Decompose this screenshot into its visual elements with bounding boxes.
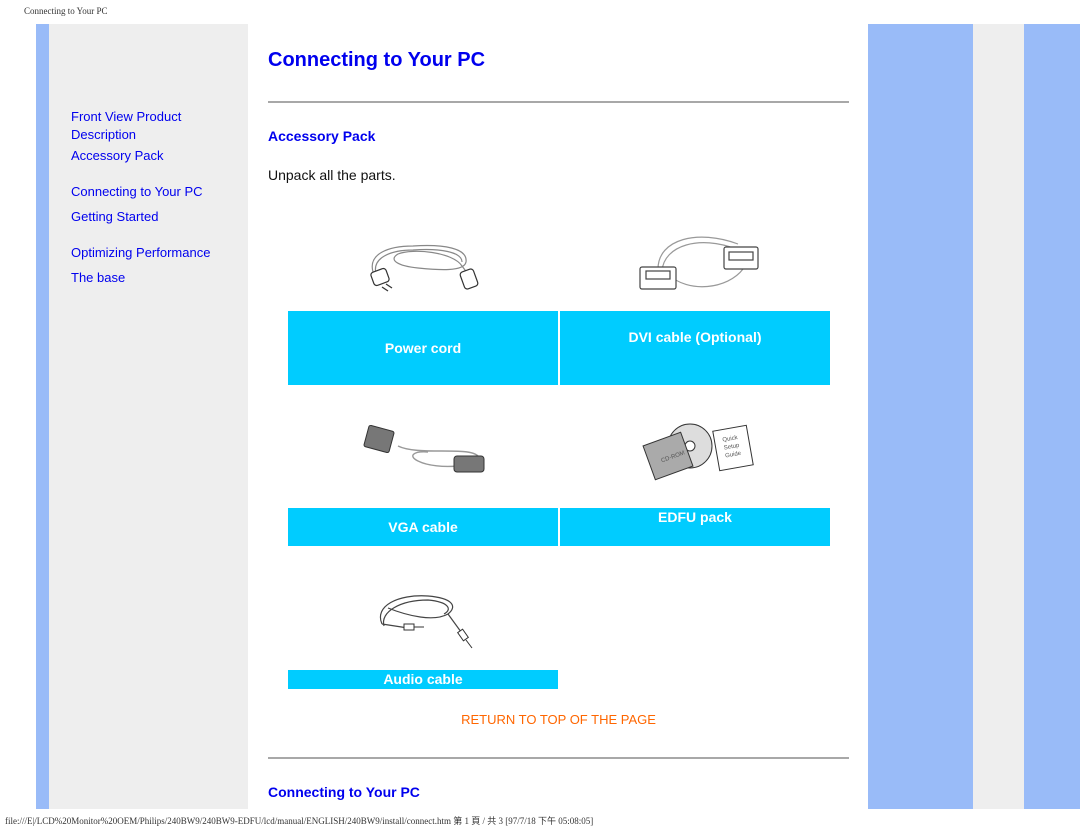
label-audio-cable: Audio cable xyxy=(288,670,558,689)
sidebar-item-getting-started[interactable]: Getting Started xyxy=(71,208,241,226)
left-accent-stripe xyxy=(36,24,49,809)
label-dvi-cable: DVI cable (Optional) xyxy=(560,311,830,385)
right-accent-column-edge xyxy=(1024,24,1080,809)
right-accent-column xyxy=(868,24,973,809)
label-vga-cable: VGA cable xyxy=(288,508,558,546)
accessory-pack-heading: Accessory Pack xyxy=(268,128,376,144)
label-power-cord: Power cord xyxy=(288,311,558,385)
intro-text: Unpack all the parts. xyxy=(268,167,396,183)
label-edfu-pack: EDFU pack xyxy=(560,508,830,546)
connecting-section-heading: Connecting to Your PC xyxy=(268,784,420,800)
dvi-cable-icon xyxy=(639,236,759,290)
sidebar-item-accessory-pack[interactable]: Accessory Pack xyxy=(71,147,241,165)
sidebar-item-front-view[interactable]: Front View Product Description xyxy=(71,108,241,144)
sidebar-list: Front View Product Description Accessory… xyxy=(71,108,241,287)
divider-bottom xyxy=(268,757,849,759)
main-content: Connecting to Your PC Accessory Pack Unp… xyxy=(268,24,850,809)
audio-cable-icon xyxy=(379,595,473,649)
return-to-top-link[interactable]: RETURN TO TOP OF THE PAGE xyxy=(268,712,849,727)
print-header: Connecting to Your PC xyxy=(24,6,108,16)
edfu-pack-icon: CD-ROM Quick Setup Guide xyxy=(642,423,754,481)
power-cord-icon xyxy=(370,244,479,292)
vga-cable-icon xyxy=(363,424,485,473)
print-footer: file:///E|/LCD%20Monitor%20OEM/Philips/2… xyxy=(5,816,594,826)
sidebar-nav: Front View Product Description Accessory… xyxy=(49,24,248,809)
right-gray-column xyxy=(973,24,1024,809)
page-title: Connecting to Your PC xyxy=(268,49,486,71)
sidebar-item-connecting[interactable]: Connecting to Your PC xyxy=(71,183,241,201)
sidebar-item-optimizing[interactable]: Optimizing Performance xyxy=(71,244,241,262)
sidebar-item-the-base[interactable]: The base xyxy=(71,269,241,287)
divider-top xyxy=(268,101,849,103)
